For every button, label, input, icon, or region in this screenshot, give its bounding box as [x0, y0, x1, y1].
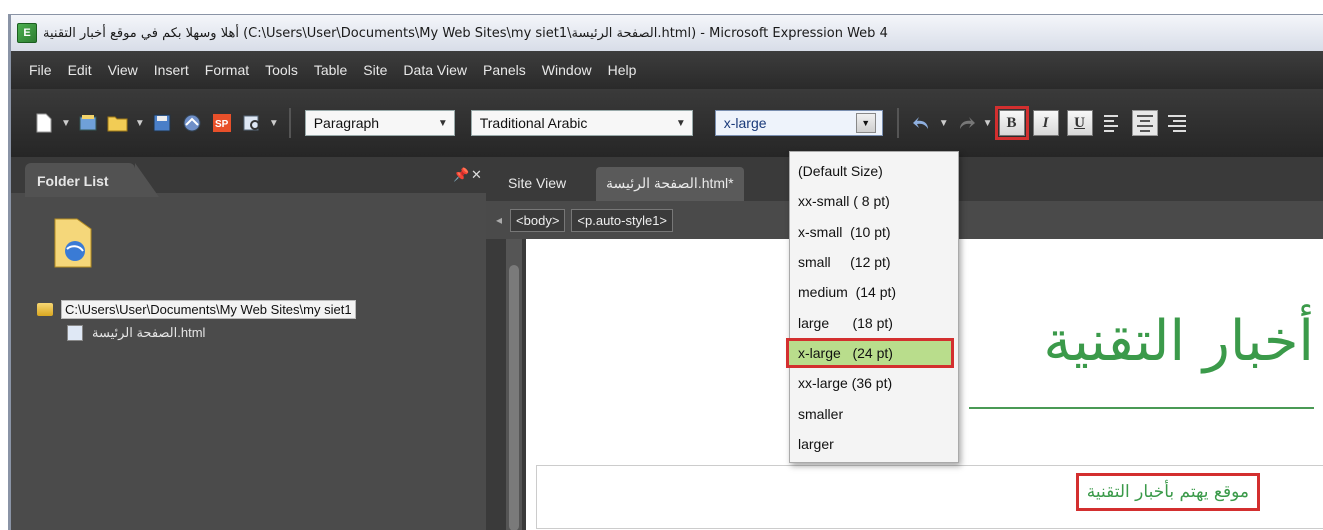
font-combo-value: Traditional Arabic [479, 115, 588, 131]
page-subheading[interactable]: موقع يهتم بأخبار التقنية [1075, 473, 1260, 511]
common-toolbar: ▼ ▼ SP ▼ Paragraph ▼ Traditional Arabic … [11, 89, 1323, 157]
tab-site-view[interactable]: Site View [498, 167, 576, 201]
menu-tools[interactable]: Tools [257, 62, 306, 78]
toolbar-separator [288, 108, 291, 138]
tree-file-row[interactable]: الصفحة الرئيسة.html [11, 321, 486, 345]
folder-tree: C:\Users\User\Documents\My Web Sites\my … [11, 297, 486, 345]
scroll-left-icon[interactable]: ◂ [496, 213, 502, 227]
style-combo-value: Paragraph [313, 115, 380, 131]
align-center-icon[interactable] [1131, 110, 1158, 136]
menu-file[interactable]: File [21, 62, 60, 78]
chevron-down-icon: ▼ [675, 117, 686, 129]
folder-icon [37, 302, 53, 316]
undo-dropdown-caret[interactable]: ▼ [939, 118, 949, 129]
menu-site[interactable]: Site [355, 62, 395, 78]
open-site-icon[interactable] [76, 111, 100, 135]
folder-list-header: Folder List 📌 ✕ [11, 157, 486, 197]
svg-text:SP: SP [215, 119, 229, 130]
size-option-small[interactable]: small (12 pt) [790, 247, 958, 277]
expression-web-icon: E [17, 23, 37, 43]
font-size-combo[interactable]: x-large ▼ [714, 110, 883, 136]
menu-data-view[interactable]: Data View [395, 62, 475, 78]
publish-icon[interactable] [180, 111, 204, 135]
size-option-smaller[interactable]: smaller [790, 398, 958, 428]
size-option-larger[interactable]: larger [790, 429, 958, 459]
tag-p-auto-style1[interactable]: <p.auto-style1> [571, 208, 674, 232]
menu-table[interactable]: Table [306, 62, 355, 78]
menu-window[interactable]: Window [534, 62, 600, 78]
chevron-down-icon[interactable]: ▼ [855, 113, 876, 133]
size-option-xx-small[interactable]: xx-small ( 8 pt) [790, 186, 958, 216]
title-bar: E أهلا وسهلا بكم في موقع أخبار التقنية (… [11, 15, 1323, 51]
align-left-icon[interactable] [1100, 110, 1126, 136]
folder-list-title: Folder List [25, 163, 159, 197]
size-option-x-large[interactable]: x-large (24 pt) [786, 337, 954, 369]
home-page-file[interactable]: الصفحة الرئيسة.html [89, 324, 208, 342]
tab-home-page[interactable]: الصفحة الرئيسة.html* [596, 167, 744, 201]
bold-button[interactable]: B [994, 106, 1029, 140]
menu-edit[interactable]: Edit [60, 62, 100, 78]
new-dropdown-caret[interactable]: ▼ [61, 118, 71, 129]
save-icon[interactable] [150, 111, 174, 135]
preview-dropdown-caret[interactable]: ▼ [269, 118, 279, 129]
scrollbar-thumb[interactable] [509, 265, 519, 530]
page-heading[interactable]: أخبار التقنية [1043, 309, 1314, 374]
pin-icon[interactable]: 📌 [453, 167, 469, 183]
size-option-x-small[interactable]: x-small (10 pt) [790, 217, 958, 247]
redo-dropdown-caret[interactable]: ▼ [983, 118, 993, 129]
menu-format[interactable]: Format [197, 62, 257, 78]
menu-panels[interactable]: Panels [475, 62, 534, 78]
size-option-large[interactable]: large (18 pt) [790, 307, 958, 337]
vertical-scrollbar[interactable] [506, 239, 522, 530]
menu-insert[interactable]: Insert [146, 62, 197, 78]
menu-view[interactable]: View [100, 62, 146, 78]
chevron-down-icon: ▼ [437, 117, 448, 129]
redo-icon[interactable] [954, 111, 978, 135]
align-right-icon[interactable] [1164, 110, 1190, 136]
italic-button[interactable]: I [1032, 110, 1059, 136]
menu-help[interactable]: Help [600, 62, 645, 78]
font-combo[interactable]: Traditional Arabic ▼ [470, 110, 693, 136]
preview-browser-icon[interactable] [240, 111, 264, 135]
open-dropdown-caret[interactable]: ▼ [135, 118, 145, 129]
html-file-icon [67, 325, 83, 341]
heading-underline [969, 407, 1314, 409]
site-folder-icon [51, 215, 95, 271]
window-title: أهلا وسهلا بكم في موقع أخبار التقنية (C:… [43, 25, 888, 41]
font-size-combo-value: x-large [723, 115, 767, 131]
size-option-default[interactable]: (Default Size) [790, 156, 958, 186]
sharepoint-icon[interactable]: SP [210, 111, 234, 135]
site-root-path[interactable]: C:\Users\User\Documents\My Web Sites\my … [61, 299, 356, 319]
size-option-xx-large[interactable]: xx-large (36 pt) [790, 368, 958, 398]
new-page-icon[interactable] [32, 111, 56, 135]
close-icon[interactable]: ✕ [471, 167, 482, 183]
font-size-dropdown-list: (Default Size) xx-small ( 8 pt) x-small … [786, 151, 959, 463]
tag-body[interactable]: <body> [510, 208, 566, 232]
size-option-medium[interactable]: medium (14 pt) [790, 277, 958, 307]
app-window: E أهلا وسهلا بكم في موقع أخبار التقنية (… [8, 14, 1323, 530]
style-combo[interactable]: Paragraph ▼ [304, 110, 455, 136]
folder-list-panel: Folder List 📌 ✕ C:\Users\User\Documents\… [11, 157, 486, 530]
undo-icon[interactable] [910, 111, 934, 135]
toolbar-separator [896, 108, 899, 138]
tree-root-row[interactable]: C:\Users\User\Documents\My Web Sites\my … [11, 297, 486, 321]
open-folder-icon[interactable] [106, 111, 130, 135]
underline-button[interactable]: U [1066, 110, 1093, 136]
menu-bar: File Edit View Insert Format Tools Table… [11, 51, 1323, 89]
